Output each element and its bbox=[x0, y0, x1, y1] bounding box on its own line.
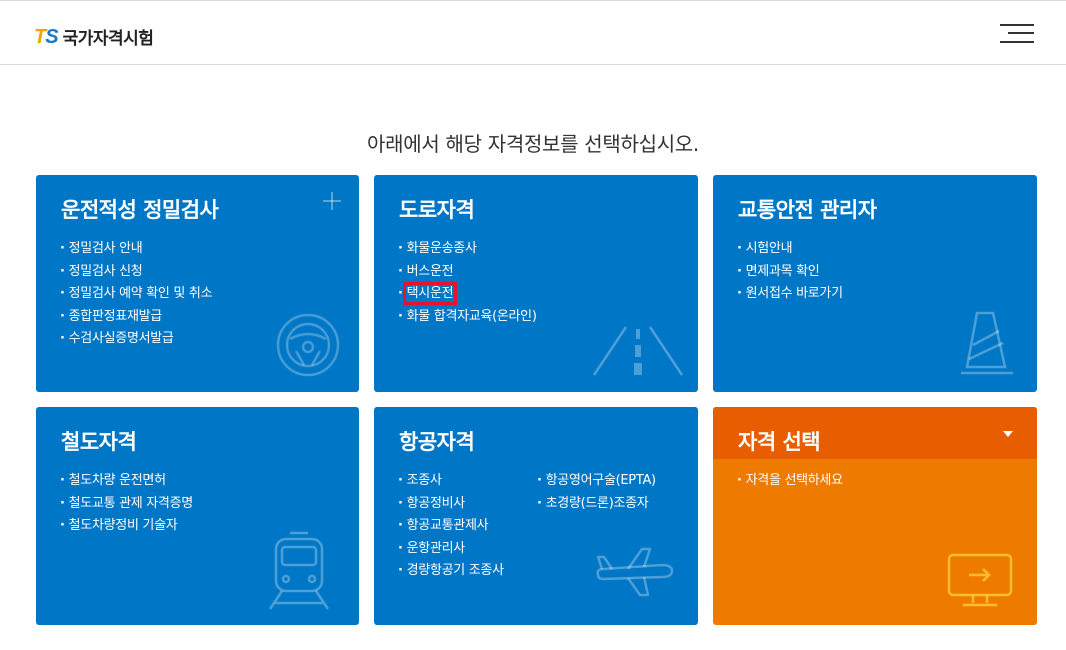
card-menu-list: 자격을 선택하세요 bbox=[737, 470, 843, 493]
card-menu-list-col2: 항공영어구술(EPTA) 초경량(드론)조종자 bbox=[537, 470, 656, 515]
menu-item-bus[interactable]: 버스운전 bbox=[398, 261, 537, 284]
menu-item-reissue[interactable]: 종합판정표재발급 bbox=[60, 306, 212, 329]
card-menu-list: 철도차량 운전면허 철도교통 관제 자격증명 철도차량정비 기술자 bbox=[60, 470, 194, 538]
monitor-icon bbox=[947, 553, 1013, 607]
menu-item-rail-control[interactable]: 철도교통 관제 자격증명 bbox=[60, 493, 194, 516]
menu-item-drone-pilot[interactable]: 초경량(드론)조종자 bbox=[537, 493, 656, 516]
menu-item-certificate[interactable]: 수검사실증명서발급 bbox=[60, 328, 212, 351]
menu-item-taxi[interactable]: 택시운전 bbox=[398, 282, 537, 306]
card-road-license: 도로자격 화물운송종사 버스운전 택시운전 화물 합격자교육(온라인) bbox=[374, 175, 698, 392]
card-aptitude-test: 운전적성 정밀검사 정밀검사 안내 정밀검사 신청 정밀검사 예약 확인 및 취… bbox=[36, 175, 359, 392]
card-title[interactable]: 항공자격 bbox=[399, 426, 475, 456]
menu-item-freight-online-edu[interactable]: 화물 합격자교육(온라인) bbox=[398, 306, 537, 329]
caret-down-icon[interactable] bbox=[1003, 431, 1013, 437]
card-safety-manager: 교통안전 관리자 시험안내 면제과목 확인 원서접수 바로가기 bbox=[713, 175, 1037, 392]
card-menu-list-col1: 조종사 항공정비사 항공교통관제사 운항관리사 경량항공기 조종사 bbox=[398, 470, 504, 583]
site-header: TS 국가자격시험 bbox=[0, 0, 1066, 65]
hamburger-menu-icon[interactable] bbox=[1000, 22, 1034, 46]
menu-item-epta[interactable]: 항공영어구술(EPTA) bbox=[537, 470, 656, 493]
menu-item-exemption[interactable]: 면제과목 확인 bbox=[737, 261, 843, 284]
menu-item-rail-driver[interactable]: 철도차량 운전면허 bbox=[60, 470, 193, 493]
card-menu-list: 정밀검사 안내 정밀검사 신청 정밀검사 예약 확인 및 취소 종합판정표재발급… bbox=[60, 238, 213, 351]
page-headline: 아래에서 해당 자격정보를 선택하십시오. bbox=[367, 132, 699, 156]
taxi-highlight-box: 택시운전 bbox=[402, 282, 458, 305]
card-title[interactable]: 도로자격 bbox=[399, 194, 475, 224]
card-license-select: 자격 선택 자격을 선택하세요 bbox=[713, 407, 1037, 625]
card-aviation-license: 항공자격 조종사 항공정비사 항공교통관제사 운항관리사 경량항공기 조종사 항… bbox=[374, 407, 698, 625]
card-title[interactable]: 자격 선택 bbox=[738, 426, 821, 456]
road-icon bbox=[592, 326, 684, 376]
card-title[interactable]: 교통안전 관리자 bbox=[738, 194, 877, 224]
menu-item-exam-guide[interactable]: 시험안내 bbox=[737, 238, 843, 261]
menu-item-flight-dispatcher[interactable]: 운항관리사 bbox=[398, 538, 504, 561]
menu-item-apply-shortcut[interactable]: 원서접수 바로가기 bbox=[737, 283, 843, 306]
airplane-icon bbox=[596, 547, 674, 597]
train-icon bbox=[268, 531, 330, 610]
logo[interactable]: TS 국가자격시험 bbox=[34, 24, 154, 50]
menu-item-test-guide[interactable]: 정밀검사 안내 bbox=[60, 238, 212, 261]
menu-item-test-reservation[interactable]: 정밀검사 예약 확인 및 취소 bbox=[60, 283, 213, 306]
ts-logo-mark: TS bbox=[34, 25, 59, 48]
card-title[interactable]: 철도자격 bbox=[61, 426, 137, 456]
menu-item-light-aircraft-pilot[interactable]: 경량항공기 조종사 bbox=[398, 560, 504, 583]
menu-item-test-apply[interactable]: 정밀검사 신청 bbox=[60, 261, 212, 284]
plus-icon[interactable] bbox=[323, 192, 341, 210]
menu-item-air-traffic-controller[interactable]: 항공교통관제사 bbox=[398, 515, 504, 538]
steering-wheel-icon bbox=[276, 313, 340, 377]
menu-item-select-prompt[interactable]: 자격을 선택하세요 bbox=[737, 470, 843, 493]
menu-item-rail-maintenance[interactable]: 철도차량정비 기술자 bbox=[60, 515, 193, 538]
card-rail-license: 철도자격 철도차량 운전면허 철도교통 관제 자격증명 철도차량정비 기술자 bbox=[36, 407, 359, 625]
menu-item-aircraft-mechanic[interactable]: 항공정비사 bbox=[398, 493, 504, 516]
traffic-cone-icon bbox=[961, 311, 1013, 375]
card-title[interactable]: 운전적성 정밀검사 bbox=[61, 194, 219, 224]
logo-text: 국가자격시험 bbox=[62, 29, 154, 49]
card-menu-list: 화물운송종사 버스운전 택시운전 화물 합격자교육(온라인) bbox=[398, 238, 537, 328]
menu-item-pilot[interactable]: 조종사 bbox=[398, 470, 504, 493]
menu-item-freight[interactable]: 화물운송종사 bbox=[398, 238, 537, 261]
card-menu-list: 시험안내 면제과목 확인 원서접수 바로가기 bbox=[737, 238, 843, 306]
